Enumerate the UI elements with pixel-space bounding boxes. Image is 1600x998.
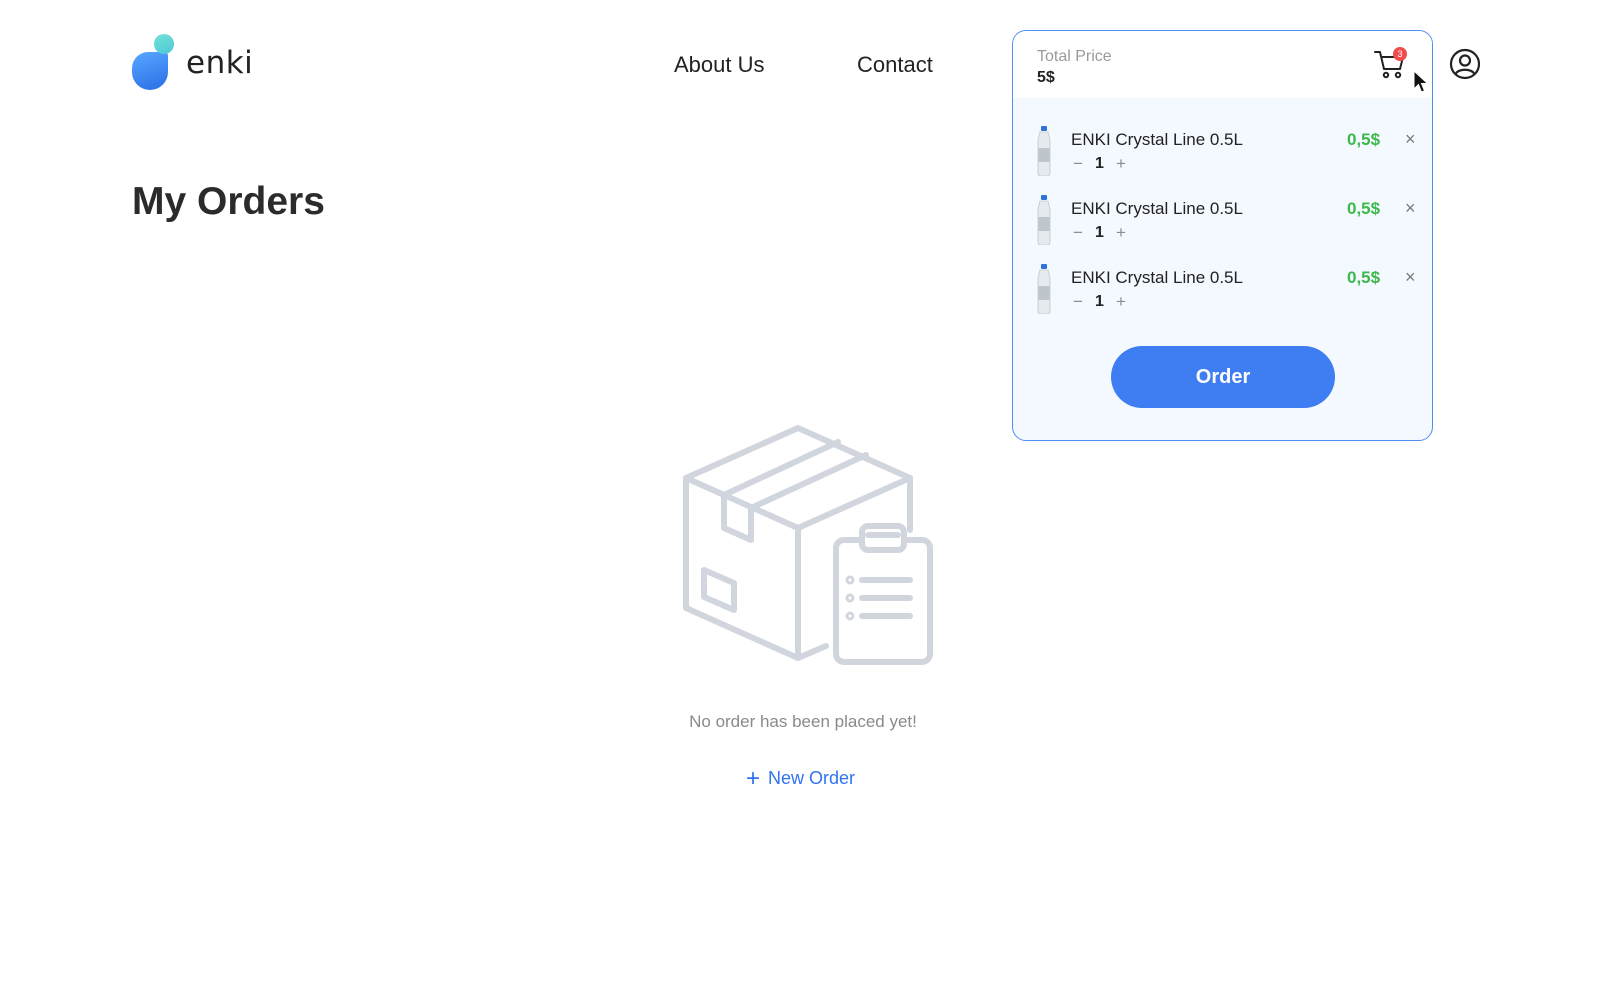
nav-contact[interactable]: Contact bbox=[857, 52, 933, 78]
cart-header: Total Price 5$ 3 bbox=[1013, 31, 1432, 98]
cart-item-name: ENKI Crystal Line 0.5L bbox=[1071, 130, 1243, 149]
cart-item: ENKI Crystal Line 0.5L − 1 + 0,5$ × bbox=[1035, 264, 1416, 316]
mouse-cursor-icon bbox=[1413, 70, 1429, 93]
cart-count-badge: 3 bbox=[1393, 47, 1407, 61]
quantity-stepper: − 1 + bbox=[1071, 223, 1128, 243]
water-bottle-icon bbox=[1037, 264, 1051, 314]
new-order-label: New Order bbox=[768, 768, 856, 788]
quantity-value: 1 bbox=[1095, 155, 1104, 172]
cart-item-name: ENKI Crystal Line 0.5L bbox=[1071, 199, 1243, 218]
decrement-button[interactable]: − bbox=[1071, 292, 1085, 312]
increment-button[interactable]: + bbox=[1114, 292, 1128, 312]
cart-item: ENKI Crystal Line 0.5L − 1 + 0,5$ × bbox=[1035, 126, 1416, 178]
increment-button[interactable]: + bbox=[1114, 223, 1128, 243]
cart-item: ENKI Crystal Line 0.5L − 1 + 0,5$ × bbox=[1035, 195, 1416, 247]
cart-dropdown: Total Price 5$ 3 ENKI Crystal Line 0.5L … bbox=[1012, 30, 1433, 441]
decrement-button[interactable]: − bbox=[1071, 223, 1085, 243]
logo-drop-shape bbox=[132, 52, 168, 90]
remove-item-close-icon[interactable]: × bbox=[1405, 129, 1416, 150]
logo-text: enki bbox=[186, 45, 254, 81]
water-bottle-icon bbox=[1037, 126, 1051, 176]
plus-icon: + bbox=[746, 764, 761, 792]
decrement-button[interactable]: − bbox=[1071, 154, 1085, 174]
page: enki About Us Contact My Orders No order… bbox=[0, 0, 1600, 998]
increment-button[interactable]: + bbox=[1114, 154, 1128, 174]
nav-about-us[interactable]: About Us bbox=[674, 52, 765, 78]
logo-dot-shape bbox=[154, 34, 174, 54]
cart-item-price: 0,5$ bbox=[1347, 199, 1381, 218]
logo-mark bbox=[132, 32, 178, 92]
page-title: My Orders bbox=[132, 180, 325, 223]
quantity-stepper: − 1 + bbox=[1071, 292, 1128, 312]
logo[interactable]: enki bbox=[132, 32, 253, 92]
cart-item-price: 0,5$ bbox=[1347, 130, 1381, 149]
empty-state-message: No order has been placed yet! bbox=[689, 712, 917, 731]
water-bottle-icon bbox=[1037, 195, 1051, 245]
quantity-stepper: − 1 + bbox=[1071, 154, 1128, 174]
cart-item-price: 0,5$ bbox=[1347, 268, 1381, 287]
quantity-value: 1 bbox=[1095, 224, 1104, 241]
order-button[interactable]: Order bbox=[1111, 346, 1335, 408]
cart-item-name: ENKI Crystal Line 0.5L bbox=[1071, 268, 1243, 287]
user-profile-icon[interactable] bbox=[1449, 48, 1481, 80]
remove-item-close-icon[interactable]: × bbox=[1405, 267, 1416, 288]
quantity-value: 1 bbox=[1095, 293, 1104, 310]
remove-item-close-icon[interactable]: × bbox=[1405, 198, 1416, 219]
new-order-button[interactable]: + New Order bbox=[746, 764, 856, 792]
empty-orders-box-icon bbox=[683, 425, 933, 665]
